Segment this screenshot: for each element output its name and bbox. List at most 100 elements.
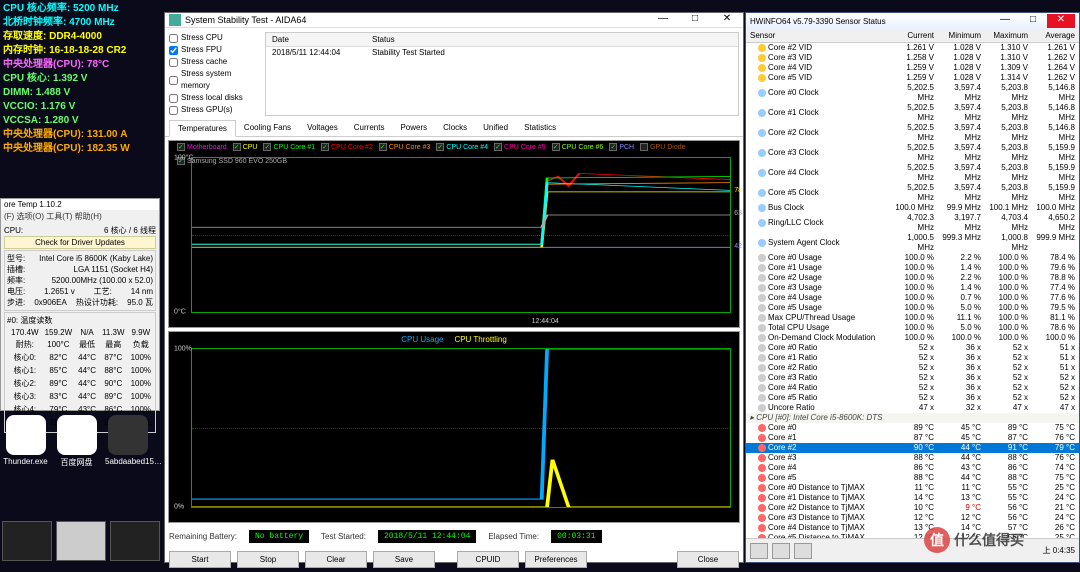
stress-option[interactable]: Stress cache: [169, 56, 259, 68]
legend-item[interactable]: PCH: [609, 143, 634, 151]
no-icon: [758, 284, 766, 292]
stress-option[interactable]: Stress local disks: [169, 92, 259, 104]
desktop-icon[interactable]: Thunder.exe: [3, 415, 48, 468]
maximize-button[interactable]: □: [683, 13, 707, 27]
hwinfo-body[interactable]: Core #2 VID 1.261 V1.028 V 1.310 V1.261 …: [746, 43, 1079, 538]
aida-icon: [169, 14, 181, 26]
sensor-row[interactable]: Core #4 86 °C43 °C 86 °C74 °C: [746, 463, 1079, 473]
sensor-row[interactable]: Bus Clock 100.0 MHz99.9 MHz 100.1 MHz100…: [746, 203, 1079, 213]
no-icon: [758, 364, 766, 372]
sensor-row[interactable]: Core #2 VID 1.261 V1.028 V 1.310 V1.261 …: [746, 43, 1079, 53]
sensor-row[interactable]: Core #4 Usage 100.0 %0.7 % 100.0 %77.6 %: [746, 293, 1079, 303]
tab-powers[interactable]: Powers: [392, 120, 435, 136]
sensor-row[interactable]: Core #5 VID 1.259 V1.028 V 1.314 V1.262 …: [746, 73, 1079, 83]
foot-btn-2[interactable]: [772, 543, 790, 559]
sensor-group[interactable]: ▸ CPU [#0]: Intel Core i5-8600K: DTS: [746, 413, 1079, 423]
sensor-row[interactable]: Core #0 Ratio 52 x36 x 52 x51 x: [746, 343, 1079, 353]
clk-icon: [758, 169, 766, 177]
no-icon: [758, 404, 766, 412]
clear-button[interactable]: Clear: [305, 551, 367, 568]
temp-icon: [758, 494, 766, 502]
tab-cooling fans[interactable]: Cooling Fans: [236, 120, 299, 136]
tab-clocks[interactable]: Clocks: [435, 120, 475, 136]
desktop-icon[interactable]: 百度网盘: [54, 415, 99, 468]
save-button[interactable]: Save: [373, 551, 435, 568]
tab-currents[interactable]: Currents: [346, 120, 393, 136]
stress-option[interactable]: Stress CPU: [169, 32, 259, 44]
legend-item[interactable]: CPU: [233, 143, 258, 151]
legend-item[interactable]: GPU Diode: [640, 143, 685, 151]
tab-temperatures[interactable]: Temperatures: [169, 120, 236, 137]
sensor-row[interactable]: Core #3 Usage 100.0 %1.4 % 100.0 %77.4 %: [746, 283, 1079, 293]
preferences-button[interactable]: Preferences: [525, 551, 587, 568]
legend-item[interactable]: Motherboard: [177, 143, 227, 151]
stress-option[interactable]: Stress FPU: [169, 44, 259, 56]
close-button[interactable]: ✕: [1047, 14, 1075, 28]
coretemp-menu[interactable]: (F) 选项(O) 工具(T) 帮助(H): [1, 210, 159, 223]
sensor-row[interactable]: Core #5 Usage 100.0 %5.0 % 100.0 %79.5 %: [746, 303, 1079, 313]
no-icon: [758, 384, 766, 392]
close-button[interactable]: ✕: [715, 13, 739, 27]
hwinfo-header[interactable]: Sensor Current Minimum Maximum Average: [746, 29, 1079, 43]
start-button[interactable]: Start: [169, 551, 231, 568]
desktop-icon[interactable]: 5abdaabed15…: [105, 415, 150, 468]
minimize-button[interactable]: —: [991, 14, 1019, 28]
cpuid-button[interactable]: CPUID: [457, 551, 519, 568]
hwinfo-titlebar[interactable]: HWiNFO64 v5.79-3390 Sensor Status — □ ✕: [746, 13, 1079, 29]
tab-voltages[interactable]: Voltages: [299, 120, 346, 136]
aida64-titlebar[interactable]: System Stability Test - AIDA64 — □ ✕: [165, 13, 743, 28]
tab-statistics[interactable]: Statistics: [516, 120, 564, 136]
minimize-button[interactable]: —: [651, 13, 675, 27]
sensor-row[interactable]: Core #4 VID 1.259 V1.028 V 1.309 V1.264 …: [746, 63, 1079, 73]
legend-item[interactable]: CPU Core #2: [321, 143, 373, 151]
legend-item[interactable]: CPU Core #5: [494, 143, 546, 151]
sensor-row[interactable]: Core #2 Clock 5,202.5 MHz3,597.4 MHz 5,2…: [746, 123, 1079, 143]
sensor-row[interactable]: Core #3 Distance to TjMAX 12 °C12 °C 56 …: [746, 513, 1079, 523]
sensor-row[interactable]: Core #2 Usage 100.0 %2.2 % 100.0 %78.8 %: [746, 273, 1079, 283]
sensor-row[interactable]: Core #0 89 °C45 °C 89 °C75 °C: [746, 423, 1079, 433]
sensor-row[interactable]: Max CPU/Thread Usage 100.0 %11.1 % 100.0…: [746, 313, 1079, 323]
sensor-row[interactable]: Core #4 Clock 5,202.5 MHz3,597.4 MHz 5,2…: [746, 163, 1079, 183]
stress-option[interactable]: Stress GPU(s): [169, 104, 259, 116]
foot-btn-1[interactable]: [750, 543, 768, 559]
legend-item[interactable]: CPU Core #6: [552, 143, 604, 151]
stop-button[interactable]: Stop: [237, 551, 299, 568]
sensor-row[interactable]: Core #0 Distance to TjMAX 11 °C11 °C 55 …: [746, 483, 1079, 493]
aida64-window: System Stability Test - AIDA64 — □ ✕ Str…: [164, 12, 744, 563]
sensor-row[interactable]: System Agent Clock 1,000.5 MHz999.3 MHz …: [746, 233, 1079, 253]
sensor-row[interactable]: Core #2 Distance to TjMAX 10 °C9 °C 56 °…: [746, 503, 1079, 513]
sensor-row[interactable]: Core #2 90 °C44 °C 91 °C79 °C: [746, 443, 1079, 453]
clk-icon: [758, 109, 766, 117]
sensor-row[interactable]: Core #2 Ratio 52 x36 x 52 x51 x: [746, 363, 1079, 373]
check-updates-button[interactable]: Check for Driver Updates: [4, 236, 156, 249]
foot-btn-3[interactable]: [794, 543, 812, 559]
sensor-row[interactable]: Core #1 Distance to TjMAX 14 °C13 °C 55 …: [746, 493, 1079, 503]
sensor-row[interactable]: Uncore Ratio 47 x32 x 47 x47 x: [746, 403, 1079, 413]
sensor-row[interactable]: Core #0 Usage 100.0 %2.2 % 100.0 %78.4 %: [746, 253, 1079, 263]
tab-unified[interactable]: Unified: [475, 120, 516, 136]
close-button[interactable]: Close: [677, 551, 739, 568]
sensor-row[interactable]: Core #3 Clock 5,202.5 MHz3,597.4 MHz 5,2…: [746, 143, 1079, 163]
sensor-row[interactable]: Core #3 Ratio 52 x36 x 52 x52 x: [746, 373, 1079, 383]
legend-item[interactable]: CPU Core #4: [436, 143, 488, 151]
sensor-row[interactable]: Core #5 Clock 5,202.5 MHz3,597.4 MHz 5,2…: [746, 183, 1079, 203]
sensor-row[interactable]: Core #5 Ratio 52 x36 x 52 x52 x: [746, 393, 1079, 403]
stress-option[interactable]: Stress system memory: [169, 68, 259, 92]
maximize-button[interactable]: □: [1019, 14, 1047, 28]
sensor-row[interactable]: Core #5 88 °C44 °C 88 °C75 °C: [746, 473, 1079, 483]
sensor-row[interactable]: Core #1 Clock 5,202.5 MHz3,597.4 MHz 5,2…: [746, 103, 1079, 123]
sensor-row[interactable]: Total CPU Usage 100.0 %5.0 % 100.0 %78.6…: [746, 323, 1079, 333]
sensor-row[interactable]: Ring/LLC Clock 4,702.3 MHz3,197.7 MHz 4,…: [746, 213, 1079, 233]
legend-item[interactable]: CPU Core #3: [379, 143, 431, 151]
sensor-row[interactable]: Core #3 VID 1.258 V1.028 V 1.310 V1.262 …: [746, 53, 1079, 63]
no-icon: [758, 254, 766, 262]
sensor-row[interactable]: Core #1 87 °C45 °C 87 °C76 °C: [746, 433, 1079, 443]
sensor-row[interactable]: Core #4 Ratio 52 x36 x 52 x52 x: [746, 383, 1079, 393]
sensor-row[interactable]: Core #3 88 °C44 °C 88 °C76 °C: [746, 453, 1079, 463]
sensor-row[interactable]: Core #1 Ratio 52 x36 x 52 x51 x: [746, 353, 1079, 363]
sensor-row[interactable]: Core #0 Clock 5,202.5 MHz3,597.4 MHz 5,2…: [746, 83, 1079, 103]
sensor-row[interactable]: Core #1 Usage 100.0 %1.4 % 100.0 %79.6 %: [746, 263, 1079, 273]
sensor-row[interactable]: On-Demand Clock Modulation 100.0 %100.0 …: [746, 333, 1079, 343]
osd-line: 中央处理器(CPU): 182.35 W: [3, 142, 163, 156]
legend-item[interactable]: CPU Core #1: [263, 143, 315, 151]
